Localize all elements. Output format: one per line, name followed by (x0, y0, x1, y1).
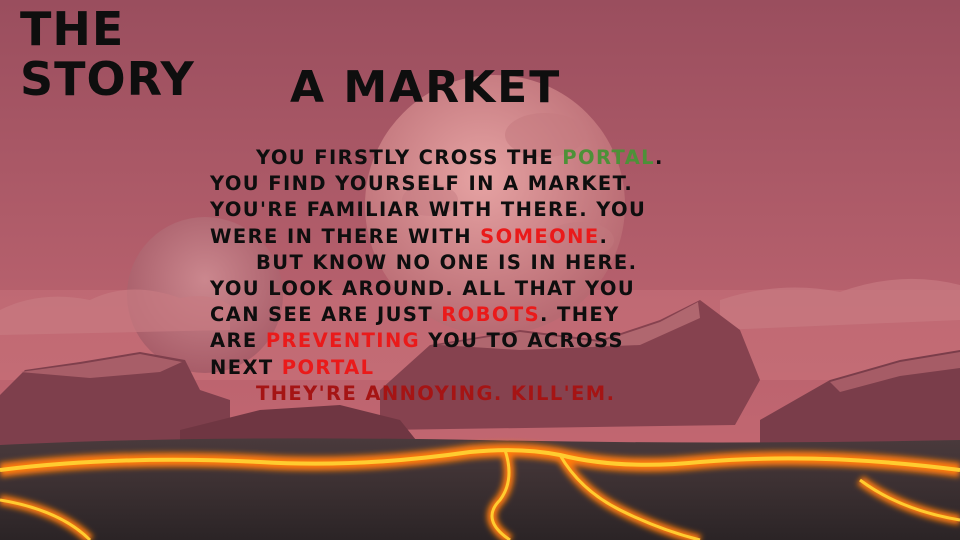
keyword-robots: ROBOTS (441, 303, 541, 327)
story-closing-line: THEY'RE ANNOYING. KILL'EM. (256, 381, 616, 405)
story-line: WERE IN THERE WITH SOMEONE. (210, 224, 730, 250)
story-text-segment: YOU TO ACROSS (420, 329, 624, 353)
story-heading: THE STORY (20, 4, 195, 104)
keyword-preventing: PREVENTING (265, 329, 421, 353)
story-text-segment: . (599, 224, 609, 248)
story-text-segment: YOU FIRSTLY CROSS THE (256, 146, 563, 169)
story-line: YOU FIND YOURSELF IN A MARKET. (210, 172, 634, 196)
story-text-segment: NEXT (210, 355, 282, 379)
story-text-segment: ARE (210, 329, 266, 353)
story-text-segment: . THEY (540, 303, 620, 327)
story-line: CAN SEE ARE JUST ROBOTS. THEY (210, 302, 730, 328)
keyword-someone: SOMEONE (480, 224, 600, 248)
keyword-next-portal: PORTAL (281, 355, 375, 379)
story-line: BUT KNOW NO ONE IS IN HERE. (256, 250, 638, 274)
story-line: YOU LOOK AROUND. ALL THAT YOU (210, 277, 636, 301)
keyword-portal: PORTAL (562, 146, 656, 169)
story-line: YOU'RE FAMILIAR WITH THERE. YOU (210, 198, 647, 222)
story-line: NEXT PORTAL (210, 355, 730, 381)
story-line: YOU FIRSTLY CROSS THE PORTAL. (210, 145, 730, 171)
story-text-segment: . (655, 146, 664, 169)
story-heading-line1: THE (20, 2, 125, 56)
story-text: YOU FIRSTLY CROSS THE PORTAL. YOU FIND Y… (210, 145, 730, 407)
story-heading-line2: STORY (20, 52, 195, 106)
story-text-segment: WERE IN THERE WITH (210, 224, 481, 248)
story-line: ARE PREVENTING YOU TO ACROSS (210, 328, 730, 354)
chapter-title: A MARKET (290, 62, 562, 113)
story-text-segment: CAN SEE ARE JUST (210, 303, 442, 327)
